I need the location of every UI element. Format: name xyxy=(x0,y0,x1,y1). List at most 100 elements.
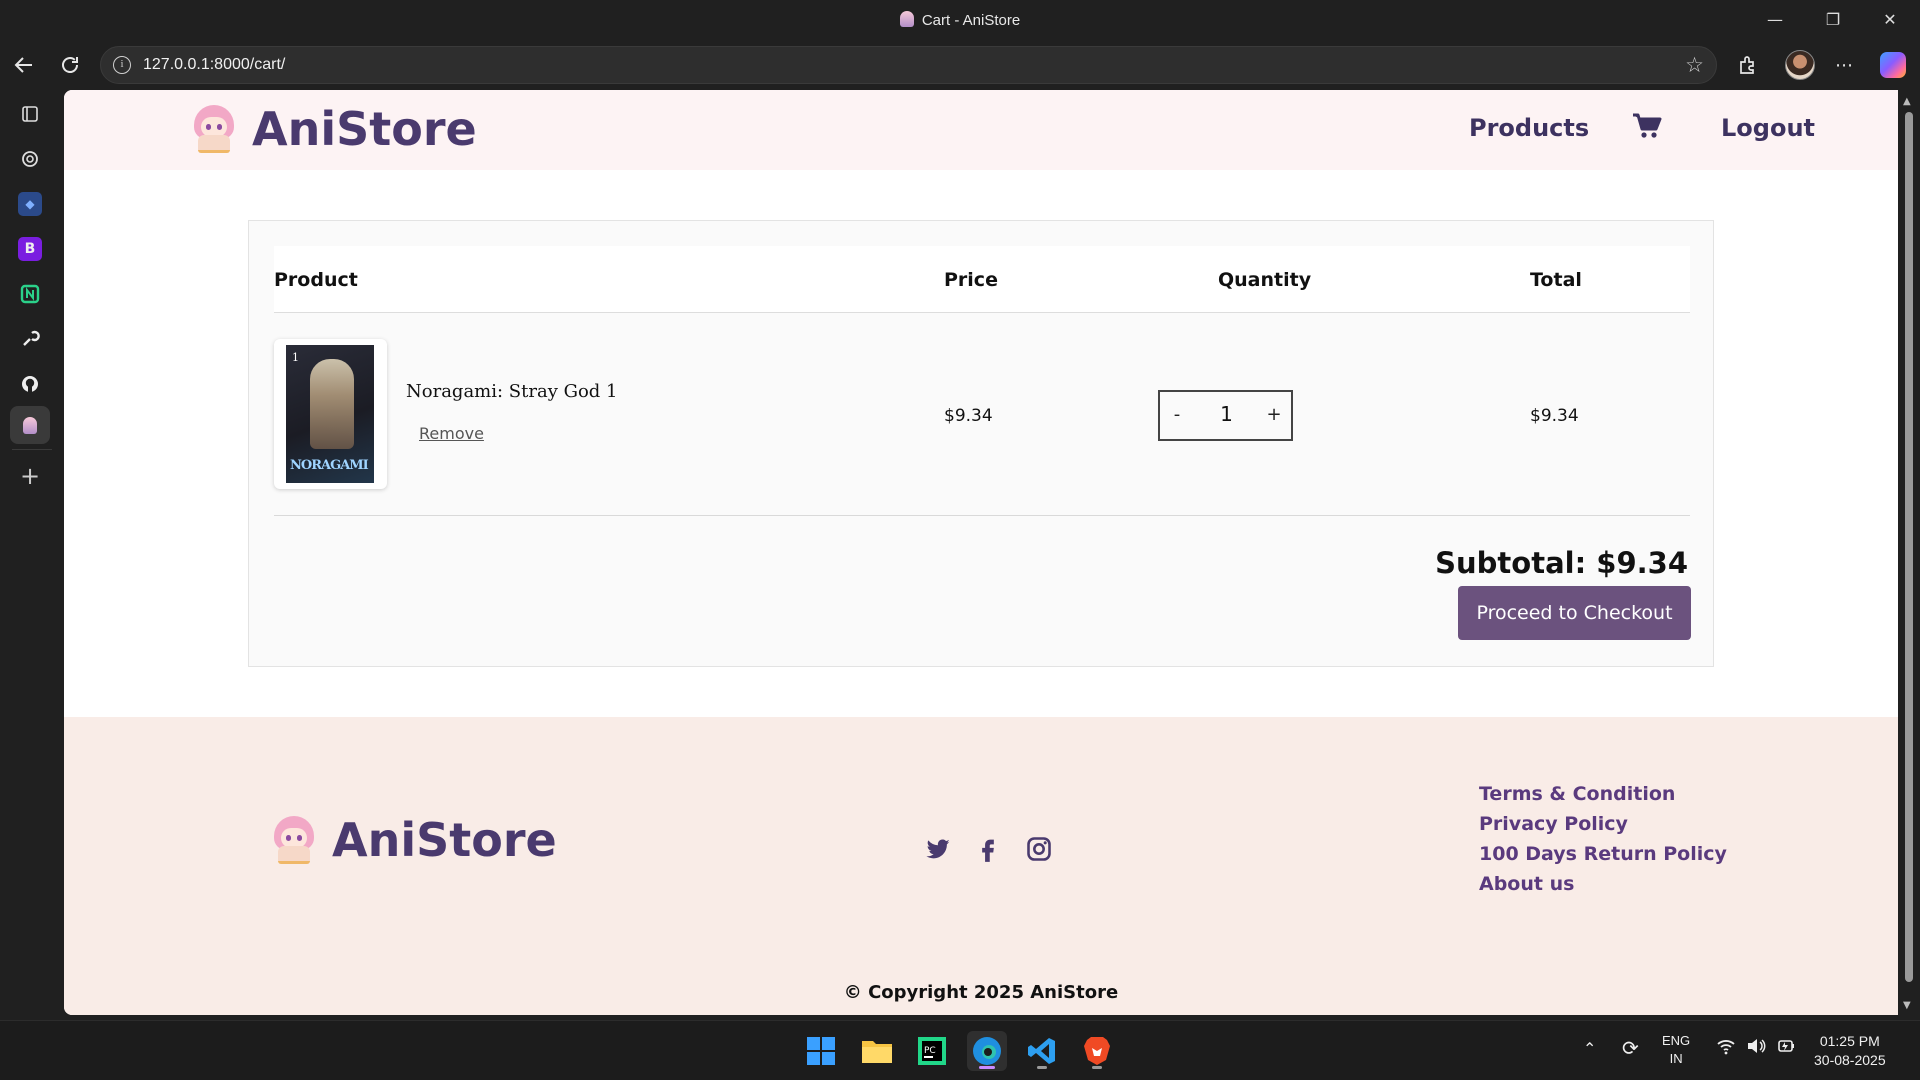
bootstrap-icon[interactable]: B xyxy=(18,237,42,261)
sync-status-icon[interactable]: ⟳ xyxy=(1622,1036,1639,1061)
maximize-button[interactable]: ❐ xyxy=(1810,6,1856,34)
remove-item-link[interactable]: Remove xyxy=(419,424,484,443)
reload-icon xyxy=(62,57,78,73)
product-thumbnail[interactable]: 1 NORAGAMI xyxy=(274,339,387,489)
brave-app[interactable] xyxy=(1077,1031,1117,1071)
window-title-text: Cart - AniStore xyxy=(921,12,1021,29)
profile-avatar[interactable] xyxy=(1785,50,1815,80)
footer-brand: AniStore xyxy=(332,813,557,867)
clock[interactable]: 01:25 PM 30-08-2025 xyxy=(1814,1032,1886,1070)
extensions-button[interactable] xyxy=(1731,48,1765,82)
increase-quantity-button[interactable]: + xyxy=(1257,404,1291,425)
brave-lion-icon xyxy=(1084,1037,1110,1065)
address-bar[interactable]: i 127.0.0.1:8000/cart/ ☆ xyxy=(100,46,1717,84)
windows-taskbar: PC ⌃ ⟳ ENG IN 01:25 PM 30-08-2025 xyxy=(0,1020,1920,1080)
item-total: $9.34 xyxy=(1530,406,1579,426)
window-titlebar: Cart - AniStore — ❐ ✕ xyxy=(0,0,1920,40)
wifi-icon[interactable] xyxy=(1716,1037,1736,1058)
scrollbar-thumb[interactable] xyxy=(1905,112,1913,982)
back-arrow-icon xyxy=(14,57,32,73)
site-footer: AniStore Terms & Condition Privacy Polic… xyxy=(64,717,1898,1015)
edge-app[interactable] xyxy=(967,1031,1007,1071)
add-sidebar-app-icon[interactable]: + xyxy=(18,462,42,490)
tool-icon[interactable] xyxy=(18,327,42,351)
chatgpt-icon[interactable] xyxy=(18,147,42,171)
back-button[interactable] xyxy=(7,48,41,82)
page-scrollbar[interactable]: ▲ ▼ xyxy=(1898,90,1920,1015)
show-hidden-icons-chevron[interactable]: ⌃ xyxy=(1583,1039,1596,1059)
edge-icon xyxy=(973,1037,1001,1065)
copilot-icon[interactable] xyxy=(1880,52,1906,78)
facebook-icon[interactable] xyxy=(974,835,1002,863)
more-menu-button[interactable]: ⋯ xyxy=(1827,48,1861,82)
shopping-cart-icon xyxy=(1633,113,1662,138)
site-header: AniStore Products Logout xyxy=(64,90,1898,170)
site-info-icon[interactable]: i xyxy=(113,56,131,74)
start-button[interactable] xyxy=(801,1031,841,1071)
mascot-logo-icon xyxy=(188,103,240,155)
language-indicator[interactable]: ENG IN xyxy=(1662,1032,1690,1068)
github-cat-icon xyxy=(22,376,38,392)
file-explorer-app[interactable] xyxy=(857,1031,897,1071)
reload-button[interactable] xyxy=(53,48,87,82)
dropbox-icon[interactable]: ◆ xyxy=(18,192,42,216)
row-divider xyxy=(274,515,1690,516)
wrench-icon xyxy=(23,330,40,346)
puzzle-icon xyxy=(1740,56,1754,74)
svg-text:PC: PC xyxy=(924,1046,936,1056)
close-button[interactable]: ✕ xyxy=(1867,6,1913,34)
browser-sidebar: ◆ B + xyxy=(0,90,64,1020)
anistore-sidebar-icon[interactable] xyxy=(18,413,42,437)
instagram-icon[interactable] xyxy=(1025,835,1053,863)
header-price: Price xyxy=(944,269,998,291)
quantity-stepper: - 1 + xyxy=(1158,390,1293,441)
privacy-policy-link[interactable]: Privacy Policy xyxy=(1479,809,1727,839)
header-quantity: Quantity xyxy=(1218,269,1312,291)
scroll-up-icon[interactable]: ▲ xyxy=(1903,96,1911,107)
proceed-to-checkout-button[interactable]: Proceed to Checkout xyxy=(1458,586,1691,640)
footer-logo[interactable]: AniStore xyxy=(268,813,557,867)
nav-products-link[interactable]: Products xyxy=(1469,114,1589,142)
about-us-link[interactable]: About us xyxy=(1479,869,1727,899)
nav-logout-link[interactable]: Logout xyxy=(1721,114,1815,142)
page-viewport: AniStore Products Logout Product Price Q… xyxy=(64,90,1898,1015)
cart-subtotal: Subtotal: $9.34 xyxy=(1435,546,1688,580)
cover-title: NORAGAMI xyxy=(290,458,369,473)
notion-like-icon[interactable] xyxy=(18,282,42,306)
scroll-down-icon[interactable]: ▼ xyxy=(1903,1000,1911,1011)
cart-link[interactable] xyxy=(1632,112,1662,146)
footer-mascot-icon xyxy=(268,814,320,866)
clock-time: 01:25 PM xyxy=(1819,1033,1880,1049)
tab-actions-icon[interactable] xyxy=(18,102,42,126)
windows-logo-icon xyxy=(807,1037,835,1065)
minimize-button[interactable]: — xyxy=(1752,6,1798,34)
anistore-favicon-icon xyxy=(899,11,914,27)
cart-table-header: Product Price Quantity Total xyxy=(274,246,1690,313)
product-name[interactable]: Noragami: Stray God 1 xyxy=(406,381,618,402)
twitter-icon[interactable] xyxy=(924,835,952,863)
folder-icon xyxy=(862,1041,892,1063)
decrease-quantity-button[interactable]: - xyxy=(1160,404,1194,425)
header-logo[interactable]: AniStore xyxy=(188,102,477,156)
volume-icon[interactable] xyxy=(1746,1037,1766,1058)
browser-toolbar: i 127.0.0.1:8000/cart/ ☆ ⋯ xyxy=(0,40,1920,90)
favorite-star-icon[interactable]: ☆ xyxy=(1685,53,1704,77)
return-policy-link[interactable]: 100 Days Return Policy xyxy=(1479,839,1727,869)
clock-date: 30-08-2025 xyxy=(1814,1052,1886,1068)
header-brand: AniStore xyxy=(252,102,477,156)
pycharm-app[interactable]: PC xyxy=(912,1031,952,1071)
url-text[interactable]: 127.0.0.1:8000/cart/ xyxy=(143,56,285,74)
header-total: Total xyxy=(1530,269,1582,291)
battery-icon[interactable] xyxy=(1776,1037,1796,1058)
footer-links: Terms & Condition Privacy Policy 100 Day… xyxy=(1479,779,1727,899)
copyright-text: © Copyright 2025 AniStore xyxy=(843,982,1119,1003)
quantity-value[interactable]: 1 xyxy=(1204,402,1249,426)
item-price: $9.34 xyxy=(944,406,993,426)
vscode-app[interactable] xyxy=(1022,1031,1062,1071)
cart-panel: Product Price Quantity Total 1 NORAGAMI … xyxy=(248,220,1714,667)
pycharm-icon: PC xyxy=(918,1037,946,1065)
github-icon[interactable] xyxy=(18,372,42,396)
green-app-icon xyxy=(20,284,40,304)
terms-link[interactable]: Terms & Condition xyxy=(1479,779,1727,809)
sidebar-divider xyxy=(12,449,52,450)
